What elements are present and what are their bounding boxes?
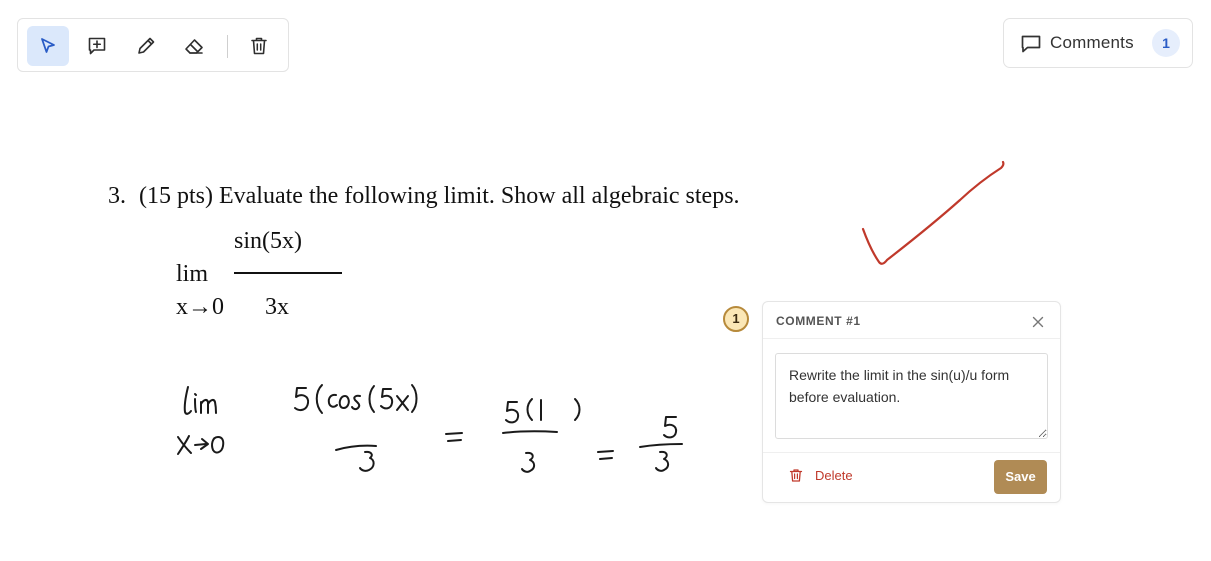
close-comment-button[interactable]: [1029, 313, 1047, 331]
comment-title: COMMENT #1: [776, 314, 861, 328]
close-icon: [1032, 316, 1044, 328]
delete-label: Delete: [815, 468, 853, 483]
comment-card: COMMENT #1 Rewrite the limit in the sin(…: [762, 301, 1061, 503]
comment-textarea[interactable]: Rewrite the limit in the sin(u)/u form b…: [775, 353, 1048, 439]
delete-comment-button[interactable]: Delete: [789, 468, 853, 483]
comment-pin[interactable]: 1: [723, 306, 749, 332]
card-divider: [763, 452, 1060, 453]
red-checkmark-stroke[interactable]: [861, 160, 1005, 265]
trash-icon: [789, 469, 803, 482]
handwritten-solution[interactable]: [177, 384, 683, 473]
save-comment-button[interactable]: Save: [994, 460, 1047, 494]
card-divider: [763, 338, 1060, 339]
pdf-annotation-canvas: Comments 1 3. (15 pts) Evaluate the foll…: [0, 0, 1211, 561]
